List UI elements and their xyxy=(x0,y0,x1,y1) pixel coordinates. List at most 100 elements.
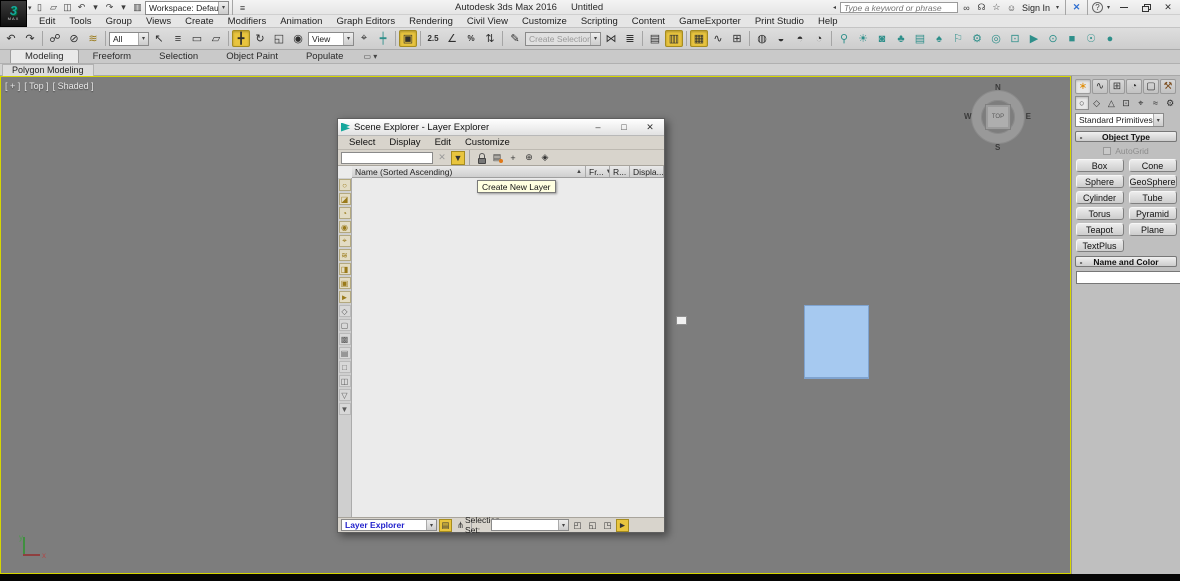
save-file-icon[interactable]: ◫ xyxy=(61,1,74,14)
chevron-down-icon[interactable]: ▾ xyxy=(590,33,600,45)
panel-tab-utilities[interactable]: ⚒ xyxy=(1160,79,1176,94)
lock-cell-editing-icon[interactable] xyxy=(474,151,488,165)
user-icon[interactable]: ☺ xyxy=(1005,1,1018,14)
page-icon[interactable]: ▢ xyxy=(339,319,351,331)
menubar-item-content[interactable]: Content xyxy=(625,15,672,28)
menubar-item-scripting[interactable]: Scripting xyxy=(574,15,625,28)
box-object[interactable] xyxy=(804,305,869,379)
autogrid-checkbox[interactable] xyxy=(1103,147,1111,155)
tree-icon[interactable]: ♠ xyxy=(930,30,948,47)
set-active-layer-icon[interactable]: ⊕ xyxy=(522,151,536,165)
material-editor-icon[interactable]: ◍ xyxy=(753,30,771,47)
spinner-snap-icon[interactable]: ⇅ xyxy=(481,30,499,47)
explorer-category-dropdown[interactable]: Layer Explorer▾ xyxy=(341,519,437,531)
list-icon[interactable]: ▤ xyxy=(339,347,351,359)
render-production-icon[interactable]: ◔ xyxy=(810,30,828,47)
eye-icon[interactable]: ☉ xyxy=(1082,30,1100,47)
floating-mini-toolbar[interactable] xyxy=(676,316,687,325)
sun-icon[interactable]: ☀ xyxy=(854,30,872,47)
render-setup-icon[interactable]: ◒ xyxy=(772,30,790,47)
object-name-field[interactable] xyxy=(1076,271,1180,284)
se-menu-edit[interactable]: Edit xyxy=(428,137,458,148)
video-icon[interactable]: ⊙ xyxy=(1044,30,1062,47)
window-crossing-icon[interactable]: ▱ xyxy=(207,30,225,47)
trees-icon[interactable]: ♣ xyxy=(892,30,910,47)
panel-tab-create[interactable]: ∗ xyxy=(1075,79,1091,94)
ribbon-tab-modeling[interactable]: Modeling xyxy=(10,49,79,63)
mirror-icon[interactable]: ⋈ xyxy=(602,30,620,47)
ribbon-overflow-icon[interactable]: ▭ ▾ xyxy=(357,50,383,63)
community-icon[interactable]: ☊ xyxy=(975,1,988,14)
chevron-down-icon[interactable]: ▾ xyxy=(1153,114,1163,126)
chevron-down-icon[interactable]: ▾ xyxy=(117,1,130,14)
dialog-close-button[interactable]: ✕ xyxy=(639,121,661,134)
viewcube[interactable]: TOP N S W E xyxy=(966,85,1030,149)
polygon-modeling-panel-tab[interactable]: Polygon Modeling xyxy=(2,64,94,76)
se-menu-customize[interactable]: Customize xyxy=(458,137,517,148)
ribbon-tab-populate[interactable]: Populate xyxy=(292,50,358,63)
select-and-manipulate-icon[interactable]: ┿ xyxy=(374,30,392,47)
communication-center-icon[interactable]: ✕ xyxy=(1070,1,1083,14)
select-by-set-icon[interactable]: ► xyxy=(616,519,629,532)
schedule-icon[interactable]: ▤ xyxy=(911,30,929,47)
compass-east-label[interactable]: E xyxy=(1026,112,1031,121)
minimize-button[interactable] xyxy=(1114,1,1134,14)
chevron-down-icon[interactable]: ▾ xyxy=(89,1,102,14)
collapse-icon[interactable]: - xyxy=(1076,257,1086,267)
menubar-item-gameexporter[interactable]: GameExporter xyxy=(672,15,748,28)
sphere-button[interactable]: Sphere xyxy=(1076,175,1124,188)
select-object-icon[interactable]: ↖ xyxy=(150,30,168,47)
selection-set-dropdown[interactable]: ▾ xyxy=(491,519,569,531)
square-dot-icon[interactable]: ▣ xyxy=(339,277,351,289)
subcat-helpers[interactable]: ⌖ xyxy=(1134,96,1148,110)
panel-tab-modify[interactable]: ∿ xyxy=(1092,79,1108,94)
add-to-layer-icon[interactable]: + xyxy=(506,151,520,165)
target-icon[interactable]: ◉ xyxy=(339,221,351,233)
use-pivot-center-icon[interactable]: ⌖ xyxy=(355,30,373,47)
subcat-spacewarps[interactable]: ≈ xyxy=(1149,96,1163,110)
schematic-view-icon[interactable]: ⊞ xyxy=(728,30,746,47)
split-icon[interactable]: ◫ xyxy=(339,375,351,387)
camera-icon[interactable]: ◙ xyxy=(873,30,891,47)
layers-view-icon[interactable]: ▤ xyxy=(439,519,452,532)
clock-icon[interactable]: ◔ xyxy=(339,207,351,219)
selection-filter-icon[interactable]: ▼ xyxy=(451,151,465,165)
subtract-selection-set-icon[interactable]: ◱ xyxy=(586,519,599,532)
help-search-input[interactable] xyxy=(840,2,958,13)
manage-layers-icon[interactable]: ▤ xyxy=(646,30,664,47)
sort-arrow-icon[interactable]: ▲ xyxy=(574,169,582,175)
open-file-icon[interactable]: ▱ xyxy=(47,1,60,14)
viewcube-top-face[interactable]: TOP xyxy=(985,104,1011,130)
waves-icon[interactable]: ≋ xyxy=(339,249,351,261)
menubar-item-modifiers[interactable]: Modifiers xyxy=(221,15,274,28)
grid-icon[interactable]: ▩ xyxy=(339,333,351,345)
menubar-item-civil-view[interactable]: Civil View xyxy=(460,15,515,28)
percent-snap-icon[interactable]: % xyxy=(462,30,480,47)
layer-explorer-icon[interactable]: ▦ xyxy=(690,30,708,47)
layers-icon[interactable]: ◪ xyxy=(339,193,351,205)
dialog-maximize-button[interactable]: □ xyxy=(613,121,635,134)
layer-list-area[interactable] xyxy=(352,178,664,517)
select-and-link-icon[interactable]: ☍ xyxy=(46,30,64,47)
crosshair-icon[interactable]: ⌖ xyxy=(339,235,351,247)
undo-icon[interactable]: ↶ xyxy=(75,1,88,14)
diamond-icon[interactable]: ◇ xyxy=(339,305,351,317)
chevron-down-icon[interactable]: ▾ xyxy=(1054,1,1061,14)
se-menu-select[interactable]: Select xyxy=(342,137,382,148)
snap-toggle-icon[interactable]: 2.5 xyxy=(424,30,442,47)
search-icon[interactable]: ∞ xyxy=(960,1,973,14)
explorer-search-input[interactable] xyxy=(341,152,433,164)
close-button[interactable]: ✕ xyxy=(1158,1,1178,14)
menubar-item-edit[interactable]: Edit xyxy=(32,15,62,28)
align-icon[interactable]: ≣ xyxy=(621,30,639,47)
pyramid-button[interactable]: Pyramid xyxy=(1129,207,1177,220)
reference-coordinate-dropdown[interactable]: View▾ xyxy=(308,32,354,46)
select-by-name-icon[interactable]: ≡ xyxy=(169,30,187,47)
geosphere-button[interactable]: GeoSphere xyxy=(1129,175,1177,188)
chevron-down-icon[interactable]: ▾ xyxy=(426,520,436,530)
edit-named-sets-icon[interactable]: ✎ xyxy=(506,30,524,47)
lamp-icon[interactable]: ● xyxy=(1101,30,1119,47)
gear-icon[interactable]: ⚙ xyxy=(968,30,986,47)
menubar-item-customize[interactable]: Customize xyxy=(515,15,574,28)
project-folder-icon[interactable]: ▥ xyxy=(131,1,144,14)
